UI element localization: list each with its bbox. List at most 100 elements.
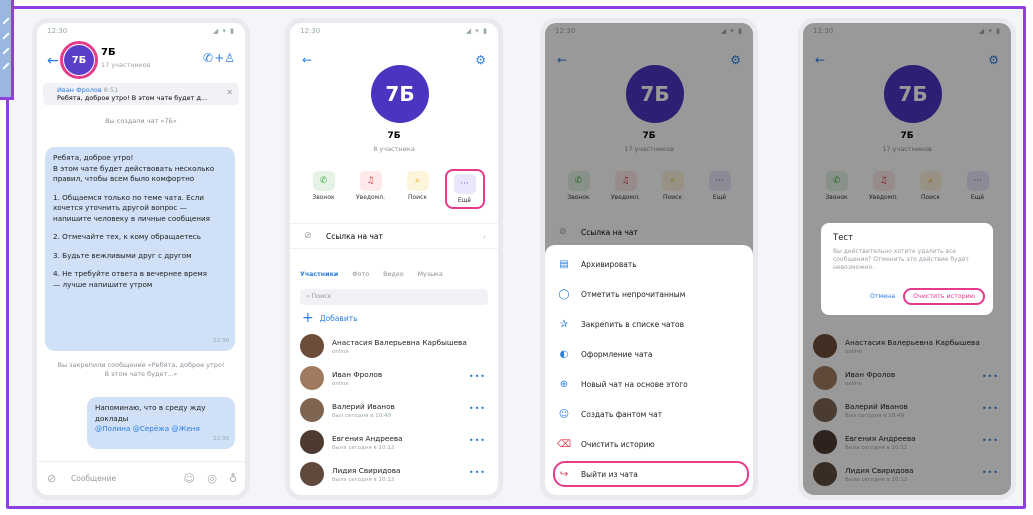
trash-icon: ⌫ (556, 438, 572, 450)
message-bubble[interactable]: Ребята, доброе утро! В этом чате будет д… (45, 147, 235, 351)
menu-appearance[interactable]: ◐ Оформление чата (555, 343, 747, 365)
chat-avatar[interactable]: 7Б (60, 41, 98, 79)
close-icon[interactable]: ✕ (226, 88, 233, 97)
sticker-icon[interactable]: ◎ (207, 472, 217, 485)
dialog-title: Тест (833, 233, 854, 243)
avatar (300, 398, 324, 422)
chat-header: ← 7Б 7Б 17 участников ✆ +♙ (37, 41, 245, 81)
more-icon[interactable]: ••• (469, 404, 486, 413)
tab-members[interactable]: Участники (300, 271, 338, 278)
menu-mark-unread[interactable]: ◯ Отметить непрочитанным (555, 283, 747, 305)
attach-icon[interactable]: ⊘ (47, 472, 56, 485)
pin-icon: ✰ (559, 318, 569, 330)
search-icon: ⌕ (406, 171, 429, 191)
avatar (300, 366, 324, 390)
palette-icon: ◐ (559, 348, 569, 360)
member-row[interactable]: Анастасия Валерьевна Карбышева online (300, 331, 488, 361)
chat-title[interactable]: 7Б (101, 47, 116, 58)
search-label: Поиск (407, 194, 427, 201)
menu-archive[interactable]: ▤ Архивировать (555, 253, 747, 275)
system-pinned-notice: Вы закрепили сообщение «Ребята, доброе у… (57, 361, 225, 378)
message-time: 12:30 (213, 337, 229, 344)
member-name: Иван Фролов (332, 369, 383, 379)
tab-photo[interactable]: Фото (352, 271, 369, 278)
pinned-message[interactable]: Иван Фролов 8:51 Ребята, доброе утро! В … (43, 83, 239, 105)
gear-icon[interactable]: ⚙ (475, 53, 486, 67)
member-row[interactable]: Валерий Иванов был сегодня в 10:49 ••• (300, 395, 488, 425)
dialog-text: Вы действительно хотите удалить все сооб… (833, 248, 969, 271)
menu-label: Очистить историю (581, 439, 655, 449)
more-icon[interactable]: ••• (469, 468, 486, 477)
system-created: Вы создали чат «7Б» (105, 117, 177, 125)
menu-label: Выйти из чата (581, 469, 638, 479)
member-search-input[interactable]: ⌕ Поиск (300, 289, 488, 305)
confirm-dialog: Тест Вы действительно хотите удалить все… (821, 223, 993, 315)
status-bar: 12:30 ◢ ▾ ▮ (300, 27, 488, 39)
message-paragraph: 2. Отмечайте тех, к кому обращаетесь (53, 232, 201, 241)
menu-label: Новый чат на основе этого (581, 379, 688, 389)
exit-icon: ↪ (559, 468, 569, 480)
reminder-mentions[interactable]: @Полина @Серёжа @Женя (95, 424, 227, 435)
add-member-button[interactable]: + Добавить (302, 310, 358, 326)
phone-icon: ✆ (312, 171, 335, 191)
new-chat-icon: ⊕ (559, 378, 569, 390)
menu-new-chat[interactable]: ⊕ Новый чат на основе этого (555, 373, 747, 395)
reminder-text: Напоминаю, что в среду жду доклады (95, 403, 206, 423)
phone-dialog: 12:30 ◢ ▾ ▮ ← ⚙ 7Б 7Б 17 участников ✆ Зво… (798, 18, 1016, 500)
call-icon[interactable]: ✆ (203, 51, 213, 65)
menu-label: Оформление чата (581, 349, 653, 359)
cancel-button[interactable]: Отмена (870, 293, 895, 300)
search-button[interactable]: ⌕ Поиск (400, 171, 436, 207)
link-icon: ⊘ (304, 231, 312, 241)
link-row[interactable]: ⊘ Ссылка на чат › (290, 223, 498, 249)
archive-icon: ▤ (559, 258, 569, 270)
menu-label: Закрепить в списке чатов (581, 319, 685, 329)
notifications-button[interactable]: ♫ Уведомл. (353, 171, 389, 207)
pinned-time: 8:51 (103, 86, 119, 94)
menu-phantom[interactable]: ☺ Создать фантом чат (555, 403, 747, 425)
call-button[interactable]: ✆ Звонок (306, 171, 342, 207)
message-input[interactable]: Сообщение (71, 474, 116, 483)
back-arrow-icon[interactable]: ← (302, 53, 312, 67)
message-time: 12:30 (213, 435, 229, 442)
emoji-icon[interactable]: ☺ (184, 472, 195, 485)
message-bubble-reminder[interactable]: Напоминаю, что в среду жду доклады @Поли… (87, 397, 235, 449)
member-row[interactable]: Лидия Свиридова была сегодня в 10:12 ••• (300, 459, 488, 489)
chat-subtitle: 17 участников (101, 61, 151, 69)
member-row[interactable]: Иван Фролов online ••• (300, 363, 488, 393)
clear-history-button[interactable]: Очистить историю (903, 288, 985, 305)
message-paragraph: 4. Не требуйте ответа в вечернее время —… (53, 269, 207, 289)
message-paragraph: 1. Общаемся только по теме чата. Если хо… (53, 192, 210, 223)
chat-bubble-icon: ◯ (558, 288, 570, 300)
status-icons: ◢ ▾ ▮ (212, 27, 235, 35)
menu-label: Архивировать (581, 259, 637, 269)
avatar (300, 430, 324, 454)
pinned-text: Ребята, доброе утро! В этом чате будет д… (57, 94, 208, 102)
more-button[interactable]: ··· Ещё (444, 169, 485, 209)
member-name: Лидия Свиридова (332, 465, 401, 475)
menu-clear-history[interactable]: ⌫ Очистить историю (555, 433, 747, 455)
more-icon[interactable]: ••• (469, 372, 486, 381)
back-arrow-icon[interactable]: ← (47, 53, 59, 69)
member-name: Евгения Андреева (332, 433, 403, 443)
tab-video[interactable]: Видео (383, 271, 404, 278)
decorative-strip (0, 0, 14, 100)
plus-icon: + (302, 310, 314, 326)
dialog-buttons: Отмена Очистить историю (870, 288, 985, 305)
mic-icon[interactable]: ♁ (229, 472, 237, 485)
tab-music[interactable]: Музыка (418, 271, 443, 278)
avatar (300, 462, 324, 486)
menu-pin[interactable]: ✰ Закрепить в списке чатов (555, 313, 747, 335)
more-icon: ··· (453, 174, 476, 194)
member-status: online (332, 348, 349, 355)
status-bar: 12:30 ◢ ▾ ▮ (47, 27, 235, 39)
more-icon[interactable]: ••• (469, 436, 486, 445)
notifications-label: Уведомл. (356, 194, 385, 201)
menu-leave-chat[interactable]: ↪ Выйти из чата (553, 461, 749, 487)
member-name: Валерий Иванов (332, 401, 395, 411)
member-row[interactable]: Евгения Андреева была сегодня в 10:12 ••• (300, 427, 488, 457)
phantom-icon: ☺ (558, 408, 570, 420)
message-paragraph: 3. Будьте вежливыми друг с другом (53, 250, 192, 260)
add-label: Добавить (319, 313, 358, 323)
add-member-icon[interactable]: +♙ (214, 51, 235, 65)
